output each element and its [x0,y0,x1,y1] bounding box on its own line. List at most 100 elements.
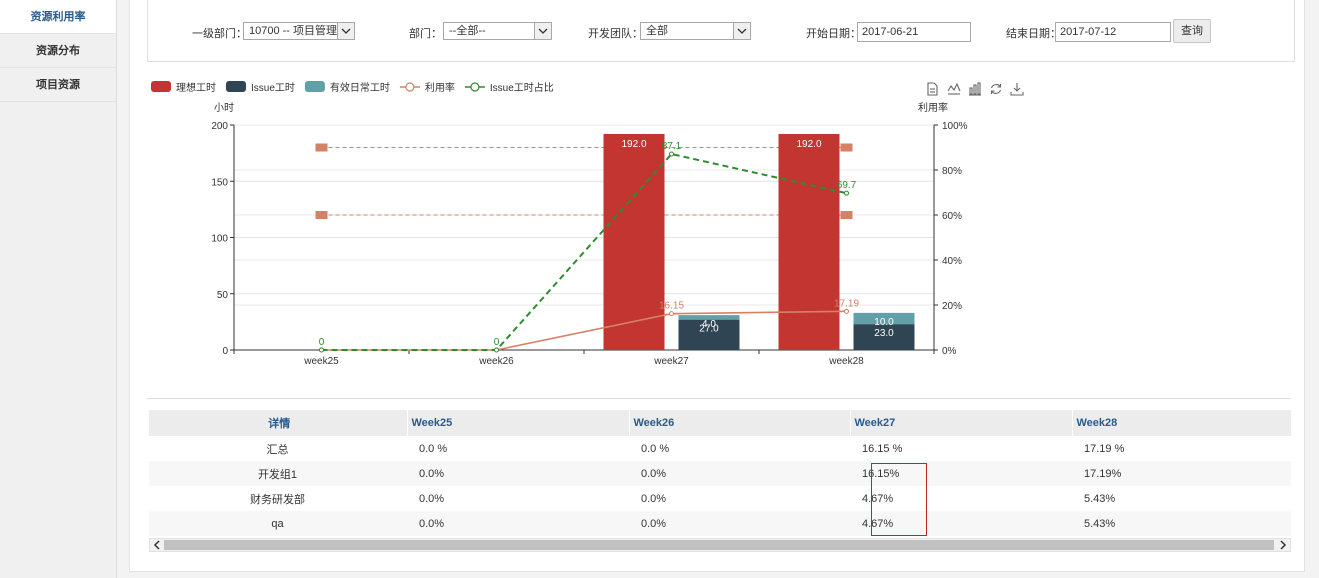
main-panel: 一级部门： 10700 -- 项目管理部 部门： --全部-- 开发团队： 全部… [129,0,1305,572]
bar-label: 192.0 [621,139,646,150]
table-row: 开发组1 0.0% 0.0% 16.15% 17.19% [149,461,1291,486]
chevron-down-icon [337,23,354,39]
legend-swatch [405,82,415,92]
issue-ratio-point [844,190,849,196]
table-cell: 16.15 % [862,442,903,455]
table-cell: 0.0% [407,461,629,486]
row-label: 开发组1 [149,461,407,486]
y-tick-label: 100 [211,234,228,245]
row-label: qa [149,511,407,536]
end-date-label: 结束日期： [1006,28,1061,40]
dept1-select[interactable]: 10700 -- 项目管理部 [243,22,355,40]
chevron-down-icon [534,23,551,39]
dept1-label: 一级部门： [192,28,247,40]
dept1-value: 10700 -- 项目管理部 [249,25,349,37]
y2-tick-label: 100% [942,121,968,132]
issue-ratio-label: 0 [494,337,500,348]
reference-marker [315,143,328,152]
legend-label: 利用率 [425,81,455,94]
refresh-icon[interactable] [990,84,1002,94]
legend-swatch [151,81,171,92]
table-row: qa 0.0% 0.0% 4.67% 5.43% [149,511,1291,536]
table-cell: 4.67% [862,492,894,505]
legend-label: Issue工时占比 [490,81,554,94]
reference-marker [840,143,853,152]
utilization-label: 16.15 [659,301,684,312]
detail-table: 详情 Week25 Week26 Week27 Week28 汇总 0.0 % … [149,410,1291,555]
start-date-input[interactable]: 2017-06-21 [857,22,971,42]
utilization-label: 17.19 [834,298,859,309]
utilization-point [844,308,849,314]
reference-marker [840,211,853,219]
row-label: 汇总 [266,443,289,456]
col-header-week25: Week25 [407,410,630,436]
issue-ratio-label: 87.1 [662,141,682,152]
sidebar-item-distribution[interactable]: 资源分布 [0,34,116,68]
bar-label: 192.0 [796,139,821,150]
table-cell: 0.0% [419,492,445,505]
row-label: 财务研发部 [250,493,305,506]
bar-chart-icon[interactable] [969,82,981,96]
sidebar-item-project-resources[interactable]: 项目资源 [0,68,116,102]
table-cell: 17.19 % [1084,442,1125,455]
line-chart-icon[interactable] [947,82,961,95]
horizontal-scrollbar[interactable] [149,538,1291,552]
data-view-icon[interactable] [927,82,938,96]
scroll-left-icon[interactable] [150,539,164,551]
bar-label: 4.0 [702,319,716,330]
legend-swatch [304,81,325,92]
table-cell: 0.0% [629,461,850,486]
query-button[interactable]: 查询 [1173,19,1211,43]
utilization-chart: 0 50 100 150 200 0% 20% 40% 60% 80% 100% 小时 利用率 week2… [151,81,1024,367]
table-cell: 4.67% [850,511,1072,536]
col-header-week26: Week26 [629,410,851,436]
dept-select[interactable]: --全部-- [443,22,552,40]
y2-tick-label: 40% [942,256,962,267]
x-tick-label: week27 [653,356,689,367]
sidebar-item-utilization[interactable]: 资源利用率 [0,0,116,34]
x-tick-label: week26 [478,356,514,367]
start-date-label: 开始日期： [806,28,861,40]
table-cell: 0.0 % [641,442,670,455]
x-tick-label: week28 [828,356,864,367]
col-header-detail: 详情 [149,410,408,436]
issue-ratio-line [321,152,847,351]
dept-label: 部门： [409,28,442,40]
divider [147,398,1291,399]
team-value: 全部 [646,25,668,37]
y-axis-title: 小时 [214,102,234,114]
scrollbar-thumb[interactable] [164,540,1274,550]
col-header-week27: Week27 [850,410,1073,436]
issue-ratio-point [319,347,324,353]
legend-label: 有效日常工时 [330,81,390,94]
y2-tick-label: 20% [942,301,962,312]
dept-value: --全部-- [449,25,486,37]
legend-label: Issue工时 [251,82,295,94]
download-icon[interactable] [1010,83,1024,96]
sidebar: 资源利用率 资源分布 项目资源 [0,0,117,578]
y-tick-label: 200 [211,121,228,132]
table-cell: 0.0% [407,511,629,536]
team-select[interactable]: 全部 [640,22,751,40]
table-header-row: 详情 Week25 Week26 Week27 Week28 [149,410,1291,436]
reference-marker [315,211,328,219]
issue-ratio-point [669,151,674,157]
table-cell: 16.15% [850,461,1072,486]
y2-tick-label: 0% [942,346,957,357]
legend-label: 理想工时 [176,81,216,94]
bar-ideal-hours [778,134,840,350]
table-row: 财务研发部 0.0% 0.0% 4.67% 5.43% [149,486,1291,511]
team-label: 开发团队： [588,28,643,40]
y-tick-label: 0 [222,346,228,357]
y2-tick-label: 80% [942,166,962,177]
issue-ratio-point [494,347,499,353]
filter-bar: 一级部门： 10700 -- 项目管理部 部门： --全部-- 开发团队： 全部… [147,0,1295,62]
y-tick-label: 150 [211,177,228,188]
scroll-right-icon[interactable] [1276,539,1290,551]
table-cell: 0.0% [629,511,850,536]
table-row: 汇总 0.0 % 0.0 % 16.15 % 17.19 % [149,436,1291,461]
legend-swatch [470,82,480,92]
end-date-input[interactable]: 2017-07-12 [1055,22,1171,42]
y2-tick-label: 60% [942,211,962,222]
legend-swatch [226,81,246,92]
